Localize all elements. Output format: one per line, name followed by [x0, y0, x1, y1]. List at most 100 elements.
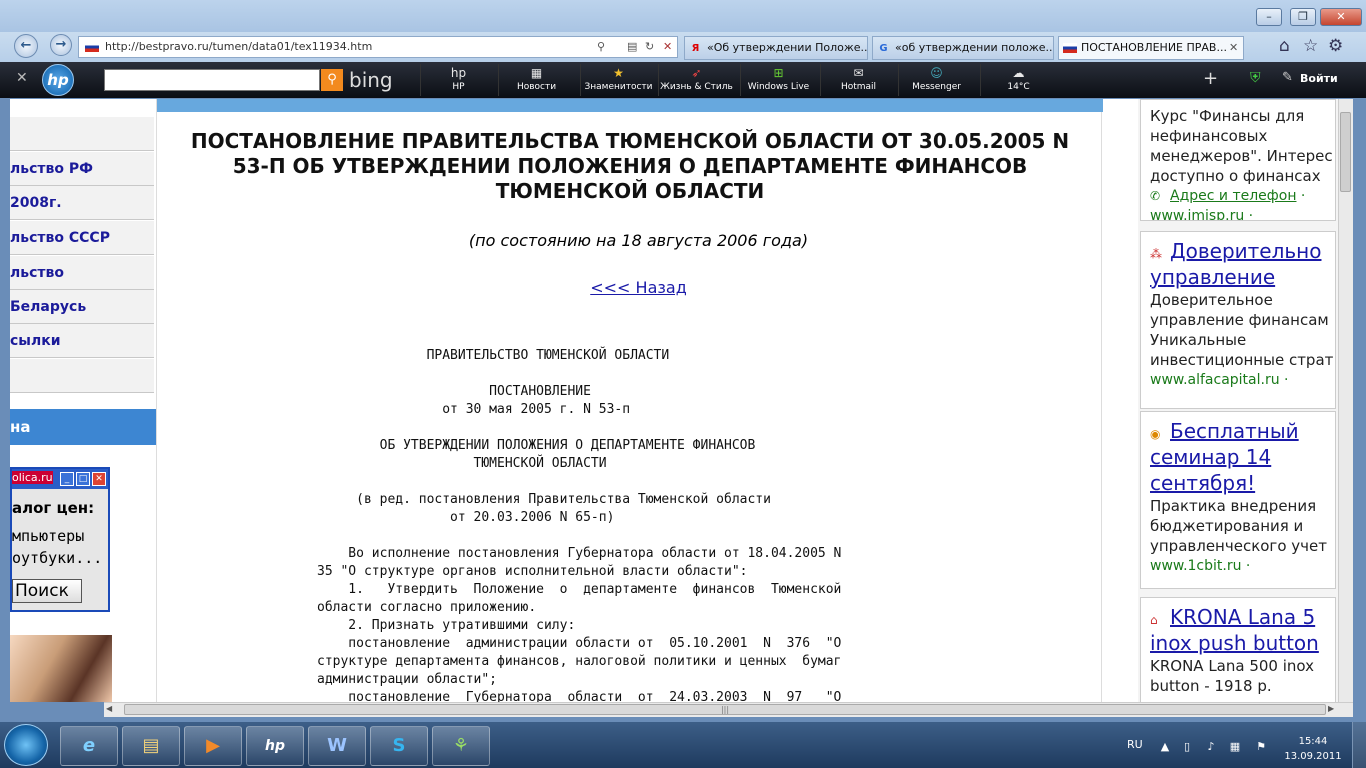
scroll-right-icon[interactable]: ▶	[1328, 704, 1334, 713]
ad-search-button[interactable]: Поиск	[12, 579, 82, 603]
sidebar-item[interactable]: сылки	[10, 324, 154, 358]
maximize-icon: □	[76, 472, 90, 486]
sidebar-item[interactable]: льство РФ	[10, 152, 154, 186]
wrench-icon[interactable]: ✎	[1282, 70, 1293, 85]
volume-icon[interactable]: ♪	[1204, 740, 1218, 754]
ad-headline: алог цен:	[12, 499, 95, 517]
tab-yandex[interactable]: Я «Об утверждении Положе...	[684, 36, 868, 60]
google-icon: G	[879, 43, 888, 54]
toolbar-item-news[interactable]: ▦ Новости	[498, 64, 574, 96]
ad-url[interactable]: www.1cbit.ru	[1150, 558, 1241, 574]
minimize-icon: _	[60, 472, 74, 486]
home-icon[interactable]: ⌂	[1279, 36, 1290, 56]
explorer-icon[interactable]: ▤	[122, 726, 180, 766]
toolbar-item-hp[interactable]: hp HP	[420, 64, 496, 96]
sidebar-item[interactable]	[10, 117, 154, 151]
hp-icon[interactable]: hp	[246, 726, 304, 766]
ad-url[interactable]: www.imisp.ru	[1150, 208, 1244, 220]
start-button[interactable]	[4, 724, 48, 766]
maximize-button[interactable]: ❐	[1290, 8, 1316, 26]
close-icon: ✕	[92, 472, 106, 486]
search-icon[interactable]: ⚲	[321, 69, 343, 91]
sidebar-item[interactable]: льство	[10, 256, 154, 290]
toolbar-item-windows-live[interactable]: ⊞ Windows Live	[740, 64, 816, 96]
tab-active[interactable]: ПОСТАНОВЛЕНИЕ ПРАВ... ✕	[1058, 36, 1244, 60]
yandex-icon: Я	[691, 43, 700, 54]
skype-icon[interactable]: S	[370, 726, 428, 766]
ad-description: Курс "Финансы для нефинансовых менеджеро…	[1150, 107, 1333, 185]
add-icon[interactable]: +	[1203, 68, 1218, 89]
sidebar-item[interactable]: льство СССР	[10, 221, 154, 255]
bing-logo: bing	[349, 68, 393, 92]
vertical-scroll-thumb[interactable]	[1340, 112, 1351, 192]
shield-icon[interactable]: ⛨	[1250, 70, 1261, 86]
close-tab-icon[interactable]: ✕	[1229, 37, 1238, 59]
sidebar-item[interactable]: Беларусь	[10, 290, 154, 324]
ad-block[interactable]: ◉ Бесплатный семинар 14 сентября! Практик…	[1140, 411, 1336, 589]
minimize-button[interactable]: –	[1256, 8, 1282, 26]
show-hidden-icon[interactable]: ▲	[1158, 740, 1172, 754]
hp-logo-icon[interactable]: hp	[42, 64, 74, 96]
document-body: ПРАВИТЕЛЬСТВО ТЮМЕНСКОЙ ОБЛАСТИ ПОСТАНОВ…	[317, 348, 842, 705]
back-link[interactable]: <<< Назад	[157, 278, 1120, 297]
ad-title[interactable]: ⌂ KRONA Lana 5 inox push button	[1150, 604, 1326, 656]
tab-google[interactable]: G «об утверждении положе...	[872, 36, 1054, 60]
ad-url[interactable]: www.alfacapital.ru	[1150, 372, 1280, 388]
left-sidebar: льство РФ 2008г. льство СССР льство Бела…	[10, 99, 157, 702]
news-icon: ▦	[530, 66, 543, 80]
toolbar-item-lifestyle[interactable]: ➶ Жизнь & Стиль	[658, 64, 734, 96]
network-icon[interactable]: ▦	[1228, 740, 1242, 754]
compat-view-icon[interactable]: ▤	[627, 37, 637, 57]
scroll-left-icon[interactable]: ◀	[106, 704, 112, 713]
show-desktop-button[interactable]	[1352, 722, 1366, 768]
close-button[interactable]: ✕	[1320, 8, 1362, 26]
right-ads-column: Курс "Финансы для нефинансовых менеджеро…	[1138, 99, 1338, 707]
windows-icon: ⊞	[773, 66, 784, 80]
language-indicator[interactable]: RU	[1127, 738, 1143, 751]
date: 13.09.2011	[1284, 751, 1342, 762]
header-strip	[157, 99, 1103, 112]
bing-search-input[interactable]	[104, 69, 320, 91]
ad-contact-link[interactable]: Адрес и телефон	[1170, 188, 1296, 204]
word-icon[interactable]: W	[308, 726, 366, 766]
window-titlebar	[0, 0, 1366, 32]
back-arrow-icon[interactable]: ←	[14, 34, 38, 58]
media-player-icon[interactable]: ▶	[184, 726, 242, 766]
ad-title[interactable]: ⁂ Доверительно управление	[1150, 238, 1326, 290]
login-button[interactable]: Войти	[1300, 72, 1338, 85]
ad-description: Практика внедрения бюджетирования и упра…	[1150, 497, 1327, 555]
ad-text: мпьютеры оутбуки...	[12, 527, 103, 567]
sidebar-item[interactable]: 2008г.	[10, 186, 154, 220]
refresh-icon[interactable]: ↻	[645, 37, 654, 57]
sidebar-item[interactable]	[10, 359, 154, 393]
horizontal-scroll-thumb[interactable]: |||	[124, 704, 1326, 715]
ad-block[interactable]: ⌂ KRONA Lana 5 inox push button KRONA Lan…	[1140, 597, 1336, 707]
ad-description: Доверительное управление финансам Уникал…	[1150, 291, 1334, 369]
mail-icon: ✉	[853, 66, 864, 80]
ad-block[interactable]: Курс "Финансы для нефинансовых менеджеро…	[1140, 99, 1336, 221]
forward-arrow-icon[interactable]: →	[50, 34, 72, 56]
alfa-logo-icon: ⁂	[1150, 247, 1162, 261]
time: 15:44	[1298, 736, 1328, 747]
clock[interactable]: 15:44 13.09.2011	[1282, 734, 1344, 764]
price-catalog-ad[interactable]: olica.ru _ □ ✕ алог цен: мпьютеры оутбук…	[10, 467, 110, 612]
close-toolbar-icon[interactable]: ✕	[16, 70, 28, 86]
device-icon[interactable]: ▯	[1180, 740, 1194, 754]
favorites-star-icon[interactable]: ☆	[1303, 36, 1318, 56]
toolbar-item-weather[interactable]: ☁ 14°C	[980, 64, 1056, 96]
toolbar-item-celebrities[interactable]: ★ Знаменитости	[580, 64, 656, 96]
stop-icon[interactable]: ✕	[663, 37, 672, 57]
flag-icon[interactable]: ⚑	[1254, 740, 1268, 754]
network-app-icon[interactable]: ⚘	[432, 726, 490, 766]
site-flag-icon	[85, 42, 99, 52]
bit-logo-icon: ◉	[1150, 427, 1161, 441]
ad-block[interactable]: ⁂ Доверительно управление Доверительное у…	[1140, 231, 1336, 409]
toolbar-item-hotmail[interactable]: ✉ Hotmail	[820, 64, 896, 96]
gear-icon[interactable]: ⚙	[1328, 36, 1343, 56]
ie-icon[interactable]: e	[60, 726, 118, 766]
ad-photo[interactable]	[10, 635, 112, 702]
address-bar[interactable]: http://bestpravo.ru/tumen/data01/tex1193…	[78, 36, 678, 58]
toolbar-item-messenger[interactable]: ☺ Messenger	[898, 64, 974, 96]
search-icon[interactable]: ⚲	[597, 37, 605, 57]
ad-title[interactable]: ◉ Бесплатный семинар 14 сентября!	[1150, 418, 1326, 496]
